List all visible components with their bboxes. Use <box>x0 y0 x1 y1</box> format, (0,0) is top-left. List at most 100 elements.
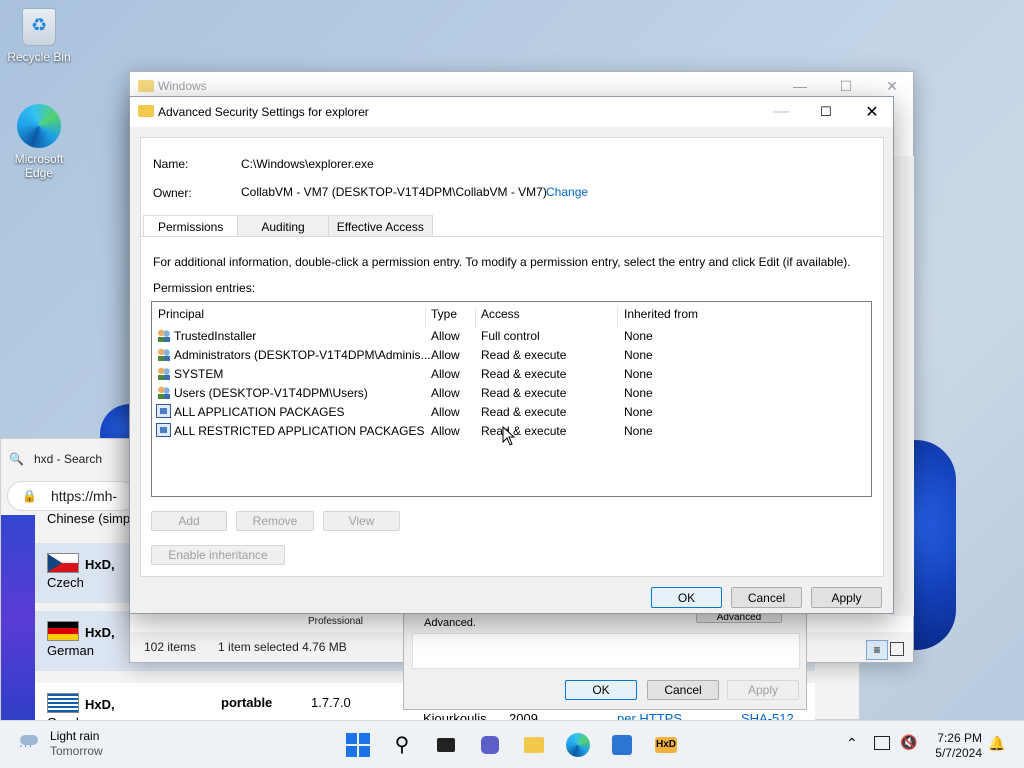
mouse-cursor-icon <box>502 426 516 446</box>
chat-icon[interactable] <box>478 733 502 757</box>
list-item-language: German <box>47 643 94 658</box>
desktop-icon-recycle-bin[interactable]: ♻ Recycle Bin <box>4 8 74 64</box>
properties-panel <box>412 633 800 669</box>
desktop-icon-edge[interactable]: Microsoft Edge <box>4 104 74 180</box>
czech-flag-icon <box>47 553 79 573</box>
permission-entries-list[interactable]: Principal Type Access Inherited from Tru… <box>151 301 872 497</box>
notification-bell-icon[interactable]: 🔔 <box>988 735 1005 752</box>
store-icon[interactable] <box>610 733 634 757</box>
enable-inheritance-button[interactable]: Enable inheritance <box>151 545 285 565</box>
cell-type: Allow <box>431 348 460 362</box>
desktop-icon-label: Microsoft Edge <box>14 152 64 180</box>
users-icon <box>156 347 171 361</box>
details-view-icon[interactable]: ≡ <box>866 640 888 660</box>
cell-access: Read & execute <box>481 386 567 400</box>
cell-inherited: None <box>624 367 653 381</box>
list-item-language: Czech <box>47 575 84 590</box>
clock[interactable]: 7:26 PM 5/7/2024 <box>926 731 982 761</box>
start-icon[interactable] <box>346 733 370 757</box>
clock-date: 5/7/2024 <box>935 746 982 760</box>
recycle-bin-icon: ♻ <box>22 8 56 46</box>
column-header-principal[interactable]: Principal <box>158 307 204 321</box>
view-button[interactable]: View <box>323 511 400 531</box>
package-icon <box>156 404 171 418</box>
column-header-access[interactable]: Access <box>481 307 520 321</box>
folder-icon <box>138 80 154 92</box>
german-flag-icon <box>47 621 79 641</box>
properties-cancel-button[interactable]: Cancel <box>647 680 719 700</box>
list-item-title: HxD, <box>85 557 115 572</box>
cell-type: Allow <box>431 405 460 419</box>
properties-apply-button[interactable]: Apply <box>727 680 799 700</box>
permission-entries-label: Permission entries: <box>153 281 256 295</box>
remove-button[interactable]: Remove <box>236 511 314 531</box>
desktop-icon-label: Recycle Bin <box>7 50 71 64</box>
weather-title: Light rain <box>50 729 100 743</box>
cell-type: Allow <box>431 329 460 343</box>
cell-access: Read & execute <box>481 424 567 438</box>
cell-principal: Users (DESKTOP-V1T4DPM\Users) <box>174 386 368 400</box>
weather-widget[interactable]: Light rain Tomorrow <box>50 729 103 759</box>
users-icon <box>156 385 171 399</box>
table-row[interactable]: ALL APPLICATION PACKAGES Allow Read & ex… <box>152 402 871 421</box>
tab-auditing[interactable]: Auditing <box>237 215 329 237</box>
tab-effective-access[interactable]: Effective Access <box>327 215 433 237</box>
owner-value: CollabVM - VM7 (DESKTOP-V1T4DPM\CollabVM… <box>241 185 547 199</box>
tab-permissions[interactable]: Permissions <box>143 215 239 237</box>
file-explorer-icon[interactable] <box>522 733 546 757</box>
name-value: C:\Windows\explorer.exe <box>241 157 374 171</box>
tab-strip: Permissions Auditing Effective Access <box>143 215 433 237</box>
add-button[interactable]: Add <box>151 511 227 531</box>
cell-principal: TrustedInstaller <box>174 329 257 343</box>
cell-type: Allow <box>431 424 460 438</box>
task-view-icon[interactable] <box>434 733 458 757</box>
table-row[interactable]: Administrators (DESKTOP-V1T4DPM\Adminis.… <box>152 345 871 364</box>
tiles-view-icon[interactable] <box>890 642 904 656</box>
chevron-up-icon[interactable]: ⌃ <box>846 735 858 752</box>
cell-principal: Administrators (DESKTOP-V1T4DPM\Adminis.… <box>174 348 431 362</box>
edge-icon[interactable] <box>566 733 590 757</box>
address-bar[interactable]: 🔒 https://mh- <box>7 481 137 511</box>
cell-inherited: None <box>624 386 653 400</box>
search-icon[interactable]: ⚲ <box>390 733 414 757</box>
properties-ok-button[interactable]: OK <box>565 680 637 700</box>
weather-rain-icon[interactable]: ' ' ' <box>20 733 44 757</box>
display-icon[interactable] <box>874 736 890 750</box>
name-label: Name: <box>153 157 189 171</box>
cell-principal: SYSTEM <box>174 367 224 381</box>
cell-type: Allow <box>431 367 460 381</box>
edge-icon <box>17 104 61 148</box>
hxd-app-icon[interactable]: HxD <box>654 733 678 757</box>
cell-inherited: None <box>624 424 653 438</box>
maximize-button[interactable]: ☐ <box>803 97 849 127</box>
minimize-button[interactable]: — <box>758 97 804 127</box>
cell-access: Read & execute <box>481 367 567 381</box>
list-item-title: HxD, <box>85 625 115 640</box>
cancel-button[interactable]: Cancel <box>731 587 802 608</box>
table-row[interactable]: Users (DESKTOP-V1T4DPM\Users) Allow Read… <box>152 383 871 402</box>
table-row[interactable]: SYSTEM Allow Read & execute None <box>152 364 871 383</box>
users-icon <box>156 366 171 380</box>
ok-button[interactable]: OK <box>651 587 722 608</box>
cell-type: Allow <box>431 386 460 400</box>
search-icon: 🔍 <box>9 452 24 466</box>
table-row[interactable]: TrustedInstaller Allow Full control None <box>152 326 871 345</box>
cell-access: Read & execute <box>481 405 567 419</box>
column-header-inherited[interactable]: Inherited from <box>624 307 698 321</box>
cell-principal: ALL RESTRICTED APPLICATION PACKAGES <box>174 424 425 438</box>
volume-muted-icon[interactable]: 🔇 <box>900 734 917 751</box>
advanced-security-dialog[interactable]: Advanced Security Settings for explorer … <box>129 96 894 614</box>
list-header: Principal Type Access Inherited from <box>152 302 871 329</box>
properties-dialog[interactable]: Advanced. Advanced OK Cancel Apply <box>403 611 807 710</box>
taskbar: ' ' ' Light rain Tomorrow ⚲ HxD ⌃ 🔇 7:26… <box>0 720 1024 768</box>
column-header-type[interactable]: Type <box>431 307 457 321</box>
greek-flag-icon <box>47 693 79 713</box>
change-owner-link[interactable]: Change <box>546 185 588 199</box>
apply-button[interactable]: Apply <box>811 587 882 608</box>
cell-version: 1.7.7.0 <box>311 695 351 710</box>
weather-subtitle: Tomorrow <box>50 744 103 758</box>
partial-file-name: Professional <box>308 616 364 627</box>
cell-inherited: None <box>624 329 653 343</box>
close-button[interactable]: ✕ <box>849 97 895 127</box>
folder-icon <box>138 105 154 117</box>
